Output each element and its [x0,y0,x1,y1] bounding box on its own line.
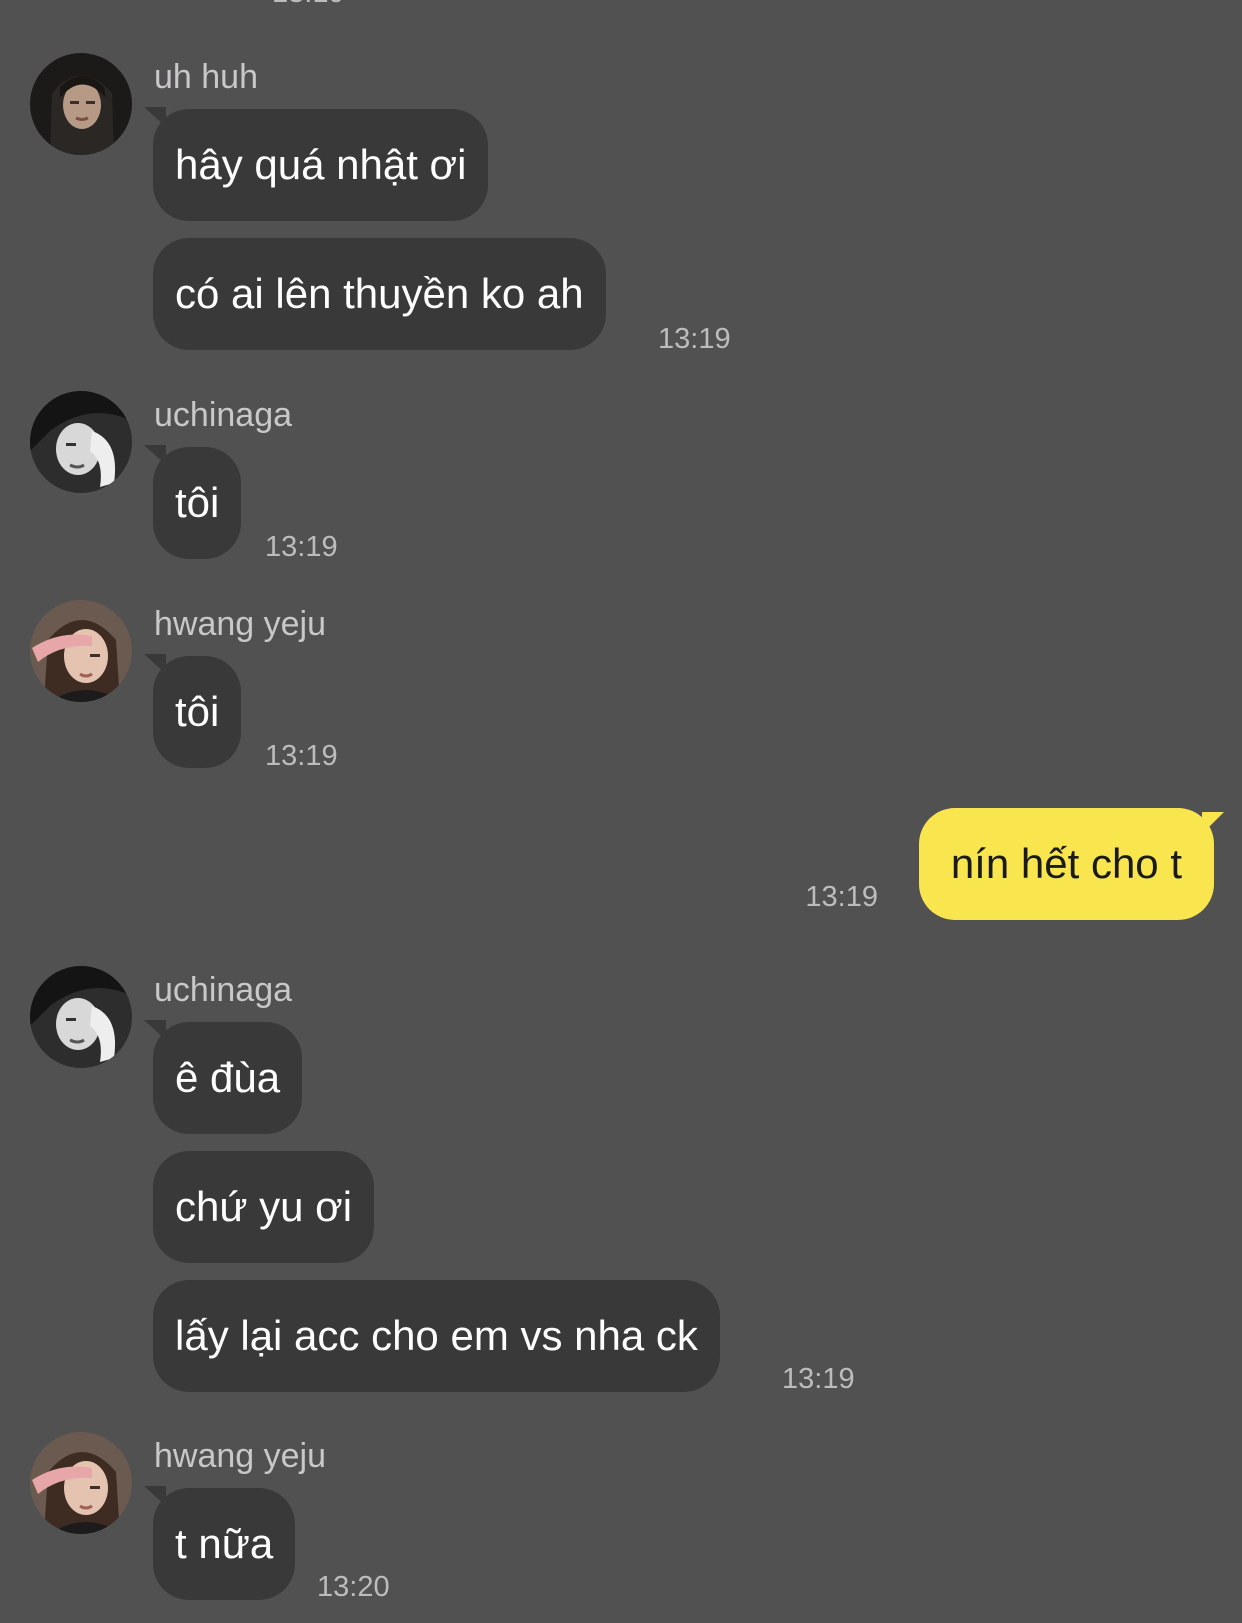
avatar-uh-huh[interactable] [30,53,132,155]
message-bubble[interactable]: lấy lại acc cho em vs nha ck [153,1280,720,1392]
message-bubble[interactable]: chứ yu ơi [153,1151,375,1263]
message-time: 13:19 [805,881,878,913]
message-time: 13:19 [265,531,338,563]
message-time: 13:20 [317,1571,390,1603]
message-time: 13:19 [265,740,338,772]
message-bubble[interactable]: có ai lên thuyền ko ah [153,238,606,350]
message-time: 13:19 [782,1363,855,1395]
message-bubble[interactable]: ê đùa [143,1020,303,1134]
sender-name: uchinaga [154,396,293,434]
sender-name: uchinaga [154,971,293,1009]
message-bubble[interactable]: tôi [143,654,242,768]
avatar-uchinaga[interactable] [30,391,132,493]
message-bubble[interactable]: hây quá nhật ơi [143,107,489,221]
message-time: 13:19 [272,0,345,10]
message-time: 13:19 [658,323,731,355]
sender-name: uh huh [154,58,258,96]
avatar-hwang-yeju[interactable] [30,1432,132,1534]
sender-name: hwang yeju [154,605,327,643]
avatar-uchinaga[interactable] [30,966,132,1068]
avatar-hwang-yeju[interactable] [30,600,132,702]
my-message-bubble[interactable]: nín hết cho t [918,808,1225,920]
sender-name: hwang yeju [154,1437,327,1475]
message-bubble[interactable]: t nữa [143,1486,296,1600]
message-bubble[interactable]: tôi [143,445,242,559]
chat-view[interactable]: 13:19 uh huh hây quá nhật ơi có ai lên t… [0,0,1242,1623]
